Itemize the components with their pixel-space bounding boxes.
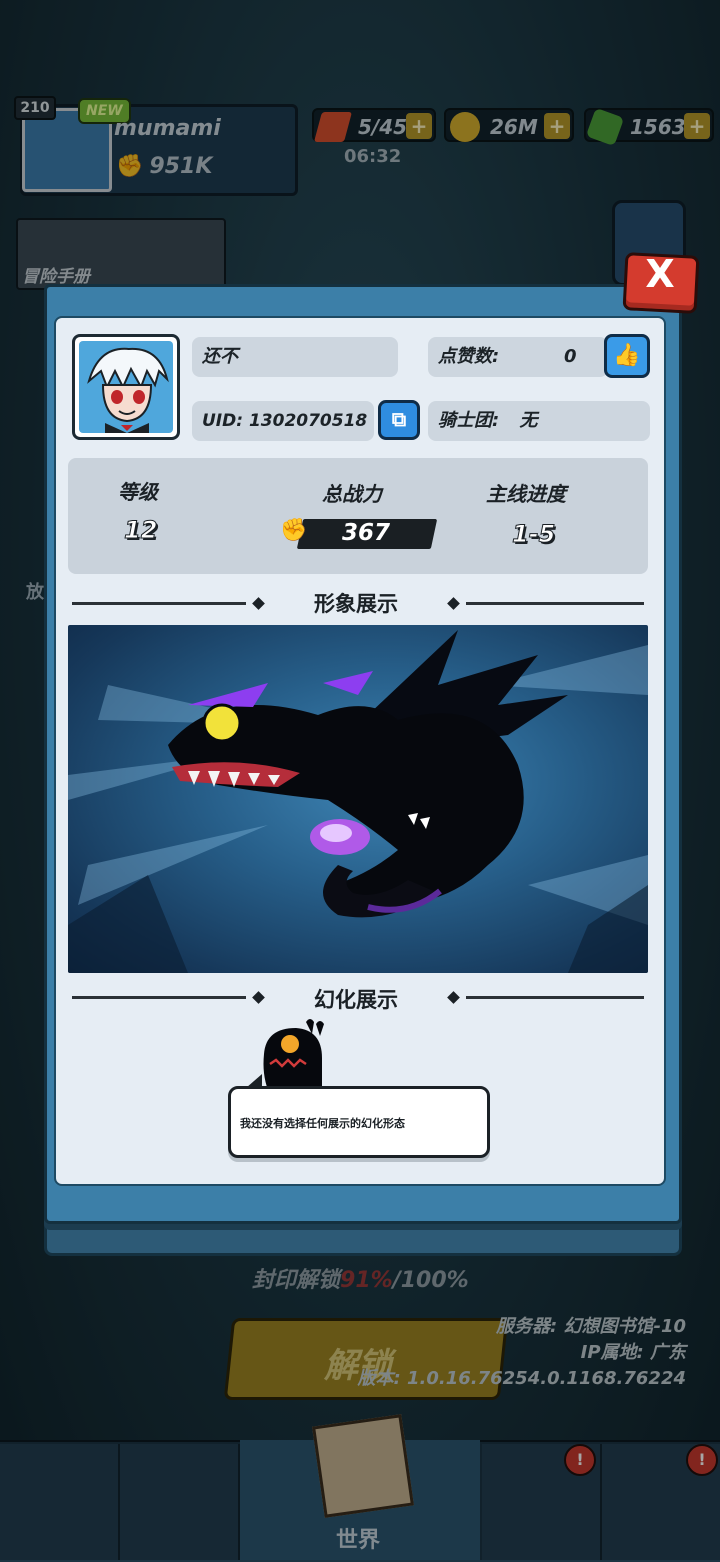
level-label: 等级 xyxy=(118,480,158,504)
progress-value: 1-5 xyxy=(511,520,556,549)
avatar-image xyxy=(79,341,173,433)
appearance-title: 形象展示 xyxy=(314,592,398,616)
guild-field: 骑士团: 无 xyxy=(428,401,650,441)
empty-transform-text: 我还没有选择任何展示的幻化形态 xyxy=(240,1117,405,1130)
appearance-showcase xyxy=(68,625,648,973)
copy-icon: ⧉ xyxy=(391,407,407,431)
section-divider-right xyxy=(466,602,644,605)
progress-label: 主线进度 xyxy=(486,482,566,506)
like-button[interactable]: 👍 xyxy=(604,334,650,378)
likes-count: 0 xyxy=(564,346,577,367)
power-value: 367 xyxy=(342,520,391,546)
section-divider-left xyxy=(72,602,246,605)
likes-label: 点赞数: xyxy=(438,346,500,367)
nickname-field: 还不 xyxy=(192,337,398,377)
profile-avatar xyxy=(72,334,180,440)
section-divider-left xyxy=(72,996,246,999)
thumbs-up-icon: 👍 xyxy=(613,343,641,368)
power-label: 总战力 xyxy=(322,482,382,506)
guild-value: 无 xyxy=(519,410,538,431)
fist-icon: ✊ xyxy=(280,518,308,543)
level-value: 12 xyxy=(123,516,158,545)
uid-field: UID: 1302070518 xyxy=(192,401,374,441)
dragon-showcase-image xyxy=(68,630,648,973)
likes-field: 点赞数: 0 xyxy=(428,337,608,377)
mini-dragon-mascot xyxy=(256,1014,332,1090)
transform-title: 幻化展示 xyxy=(314,988,398,1012)
close-icon[interactable]: X xyxy=(638,252,682,296)
copy-uid-button[interactable]: ⧉ xyxy=(378,400,420,440)
guild-label: 骑士团: xyxy=(438,410,500,431)
section-divider-right xyxy=(466,996,644,999)
